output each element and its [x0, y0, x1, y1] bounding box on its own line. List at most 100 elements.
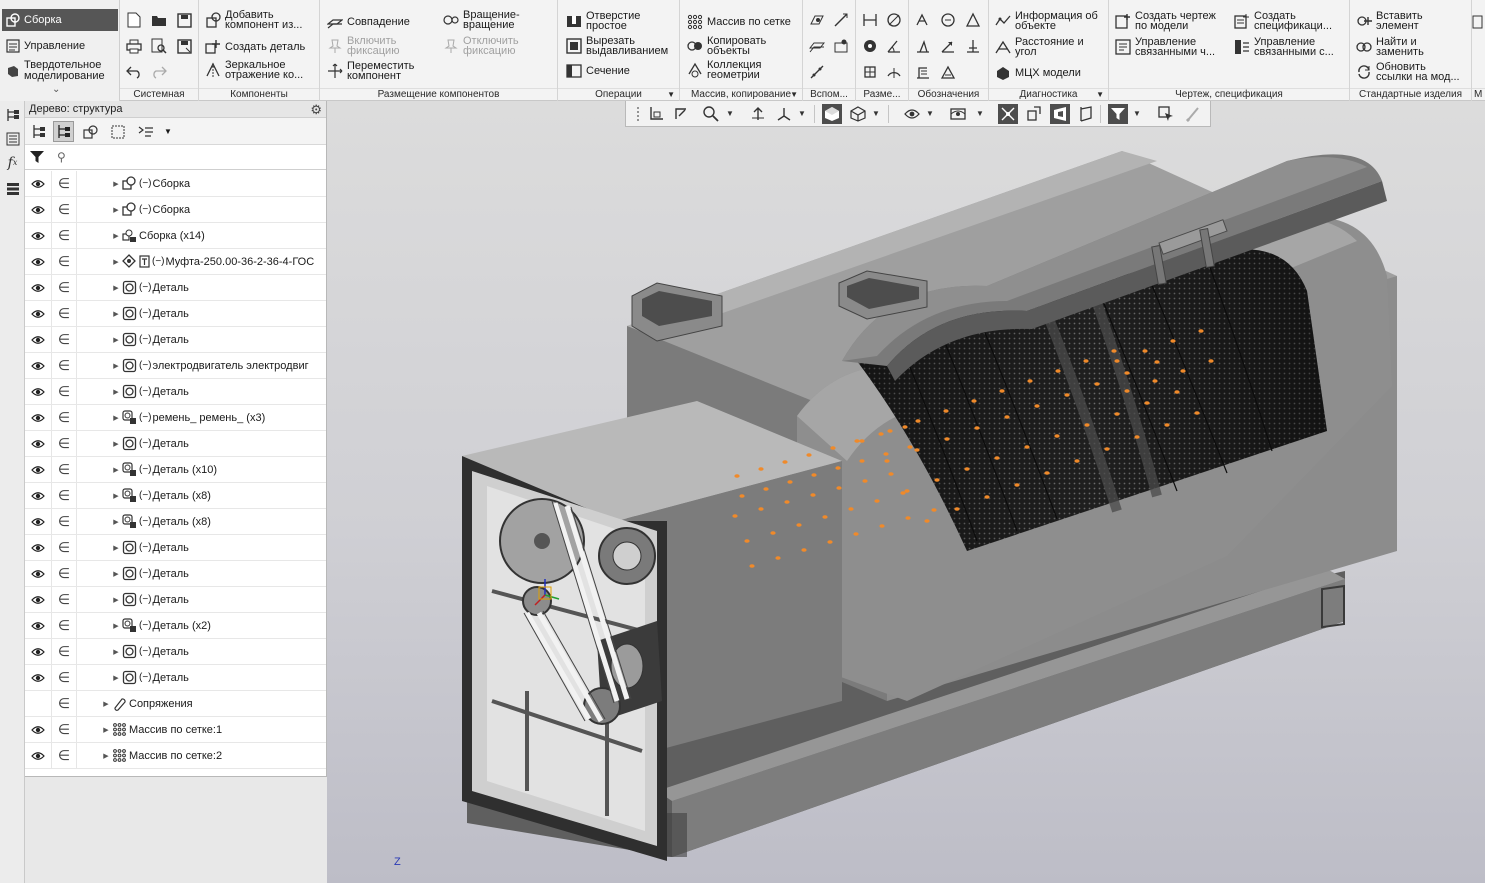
- element-of-icon[interactable]: ∈: [52, 587, 77, 612]
- bolt[interactable]: [801, 548, 807, 552]
- bolt[interactable]: [827, 540, 833, 544]
- bolt[interactable]: [758, 507, 764, 511]
- expand-arrow-icon[interactable]: ▶: [111, 180, 121, 188]
- element-of-icon[interactable]: ∈: [52, 379, 77, 404]
- element-of-icon[interactable]: ∈: [52, 223, 77, 248]
- bolt[interactable]: [810, 493, 816, 497]
- tree-row[interactable]: ∈ ▶ (−) Муфта-250.00-36-2-36-4-ГОС: [25, 249, 326, 275]
- bolt[interactable]: [964, 467, 970, 471]
- expand-arrow-icon[interactable]: ▶: [111, 622, 121, 630]
- bolt[interactable]: [994, 456, 1000, 460]
- bolt[interactable]: [954, 507, 960, 511]
- expand-arrow-icon[interactable]: ▶: [111, 492, 121, 500]
- tree-row[interactable]: ∈ ▶ Массив по сетке:1: [25, 717, 326, 743]
- mcx-button[interactable]: МЦХ модели: [994, 64, 1081, 81]
- bolt[interactable]: [1044, 471, 1050, 475]
- tree-structure-icon[interactable]: [28, 121, 49, 142]
- bolt[interactable]: [1034, 404, 1040, 408]
- bolt[interactable]: [734, 474, 740, 478]
- bolt[interactable]: [859, 459, 865, 463]
- bolt[interactable]: [1027, 379, 1033, 383]
- bolt[interactable]: [1208, 359, 1214, 363]
- tree-row[interactable]: ∈ ▶ (−) ремень_ ремень_ (x3): [25, 405, 326, 431]
- bolt[interactable]: [806, 453, 812, 457]
- element-of-icon[interactable]: ∈: [52, 613, 77, 638]
- bolt[interactable]: [974, 426, 980, 430]
- element-of-icon[interactable]: ∈: [52, 171, 77, 196]
- tree-row[interactable]: ∈ ▶ (−) Деталь: [25, 379, 326, 405]
- height-size-icon[interactable]: [860, 62, 880, 82]
- tree-filter-list-icon[interactable]: [135, 121, 156, 142]
- bolt[interactable]: [1194, 411, 1200, 415]
- bolt[interactable]: [796, 523, 802, 527]
- element-of-icon[interactable]: ∈: [52, 691, 77, 716]
- element-of-icon[interactable]: ∈: [52, 717, 77, 742]
- expand-arrow-icon[interactable]: ▶: [111, 440, 121, 448]
- tree-row[interactable]: ∈ ▶ Массив по сетке:2: [25, 743, 326, 769]
- element-of-icon[interactable]: ∈: [52, 275, 77, 300]
- distance-angle-button[interactable]: Расстояние и угол: [994, 37, 1084, 58]
- eye-icon[interactable]: [25, 405, 52, 430]
- overflow-icon[interactable]: [1470, 12, 1484, 32]
- print-icon[interactable]: [124, 36, 144, 56]
- bolt[interactable]: [787, 480, 793, 484]
- bolt[interactable]: [902, 425, 908, 429]
- orientation-icon[interactable]: [774, 104, 794, 124]
- brush-icon[interactable]: [1182, 104, 1202, 124]
- element-of-icon[interactable]: ∈: [52, 327, 77, 352]
- expand-arrow-icon[interactable]: ▶: [111, 206, 121, 214]
- chevron-down-icon[interactable]: ▼: [726, 109, 734, 118]
- tree-row[interactable]: ∈ ▶ (−) Сборка: [25, 171, 326, 197]
- bolt[interactable]: [1014, 483, 1020, 487]
- find-replace-button[interactable]: Найти и заменить: [1355, 37, 1424, 58]
- eye-icon[interactable]: [25, 561, 52, 586]
- chevron-down-icon[interactable]: ▼: [798, 109, 806, 118]
- tree-row[interactable]: ∈ ▶ (−) Деталь: [25, 587, 326, 613]
- tree-row[interactable]: ∈ ▶ (−) Деталь: [25, 275, 326, 301]
- bolt[interactable]: [924, 519, 930, 523]
- expand-arrow-icon[interactable]: ▶: [111, 674, 121, 682]
- zoom-fit-icon[interactable]: [671, 104, 691, 124]
- expand-arrow-icon[interactable]: ▶: [111, 596, 121, 604]
- expand-arrow-icon[interactable]: ▶: [111, 362, 121, 370]
- expand-arrow-icon[interactable]: ▶: [111, 466, 121, 474]
- mode-assembly[interactable]: Сборка: [2, 9, 118, 31]
- chevron-down-icon[interactable]: ▼: [1133, 109, 1141, 118]
- expand-arrow-icon[interactable]: ▶: [101, 700, 111, 708]
- copy-objects-button[interactable]: Копировать объекты: [686, 36, 766, 57]
- tree-row[interactable]: ∈ ▶ (−) Деталь: [25, 665, 326, 691]
- bolt[interactable]: [1111, 349, 1117, 353]
- mode-manage[interactable]: Управление: [2, 37, 118, 55]
- weld-icon[interactable]: [913, 62, 933, 82]
- tree-row[interactable]: ∈ ▶ (−) Деталь: [25, 301, 326, 327]
- chevron-down-icon[interactable]: ⌄: [52, 84, 60, 95]
- eye-icon[interactable]: [25, 743, 52, 768]
- roughness-icon[interactable]: [913, 10, 933, 30]
- undo-icon[interactable]: [124, 62, 144, 82]
- eye-icon[interactable]: [25, 457, 52, 482]
- manage-linked-specs-button[interactable]: Управление связанными с...: [1233, 37, 1334, 58]
- eye-icon[interactable]: [25, 275, 52, 300]
- bolt[interactable]: [944, 437, 950, 441]
- shaded-view-icon[interactable]: [822, 104, 842, 124]
- element-of-icon[interactable]: ∈: [52, 535, 77, 560]
- eye-icon[interactable]: [25, 301, 52, 326]
- bolt[interactable]: [1198, 329, 1204, 333]
- manage-linked-drawings-button[interactable]: Управление связанными ч...: [1114, 37, 1215, 58]
- bolt[interactable]: [914, 448, 920, 452]
- eye-icon[interactable]: [25, 223, 52, 248]
- save-icon[interactable]: [174, 10, 194, 30]
- chevron-down-icon[interactable]: ▼: [161, 121, 175, 142]
- bolt[interactable]: [878, 432, 884, 436]
- bolt[interactable]: [848, 507, 854, 511]
- grid-array-button[interactable]: Массив по сетке: [686, 13, 791, 30]
- dropdown-arrow-icon[interactable]: ▼: [667, 89, 675, 101]
- tolerance-icon[interactable]: [938, 36, 958, 56]
- bolt[interactable]: [888, 472, 894, 476]
- redo-icon[interactable]: [149, 62, 169, 82]
- display-mode-icon[interactable]: [948, 104, 968, 124]
- assembly-model[interactable]: [327, 101, 1485, 883]
- tree-panel-icon[interactable]: [3, 105, 22, 124]
- element-of-icon[interactable]: ∈: [52, 509, 77, 534]
- tree-row[interactable]: ∈ ▶ (−) Деталь: [25, 561, 326, 587]
